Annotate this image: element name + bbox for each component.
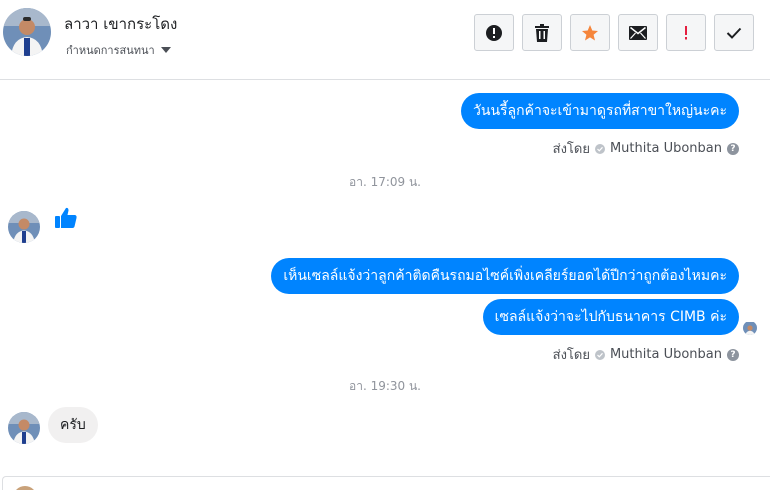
seen-avatar [743, 321, 757, 335]
sender-name[interactable]: Muthita Ubonban [610, 141, 722, 156]
sender-name[interactable]: Muthita Ubonban [610, 347, 722, 362]
mark-unread-button[interactable] [618, 14, 658, 51]
contact-name[interactable]: ลาวา เขากระโดง [64, 12, 177, 36]
thumbs-up-icon [55, 207, 77, 228]
mark-done-button[interactable] [714, 14, 754, 51]
sent-by-line: ส่งโดย Muthita Ubonban ? [553, 138, 739, 159]
conversation-header: ลาวา เขากระโดง กำหนดการสนทนา [0, 0, 770, 80]
trash-icon [535, 23, 549, 42]
outgoing-message[interactable]: เห็นเซลล์แจ้งว่าลูกค้าติดคืนรถมอไซค์เพิ่… [271, 258, 739, 294]
envelope-icon [629, 25, 647, 40]
incoming-message[interactable]: ครับ [48, 407, 98, 443]
help-icon[interactable]: ? [727, 142, 739, 155]
report-spam-button[interactable] [474, 14, 514, 51]
help-icon[interactable]: ? [727, 348, 739, 361]
like-sticker[interactable] [54, 206, 78, 234]
contact-avatar[interactable] [3, 8, 51, 56]
message-composer[interactable] [2, 476, 770, 490]
star-button[interactable] [570, 14, 610, 51]
check-circle-icon [594, 143, 605, 154]
chevron-down-icon [160, 47, 171, 53]
sent-by-label: ส่งโดย [552, 142, 590, 157]
check-circle-icon [594, 349, 605, 360]
outgoing-message[interactable]: วันนรี้ลูกค้าจะเข้ามาดูรถที่สาขาใหญ่นะคะ [461, 93, 739, 129]
message-timestamp: อา. 19:30 น. [349, 379, 421, 393]
sent-by-line: ส่งโดย Muthita Ubonban ? [553, 344, 739, 365]
outgoing-message[interactable]: เซลล์แจ้งว่าจะไปกับธนาคาร CIMB ค่ะ [482, 299, 739, 335]
follow-up-button[interactable] [666, 14, 706, 51]
conversation-settings-label: กำหนดการสนทนา [66, 44, 155, 57]
delete-button[interactable] [522, 14, 562, 51]
message-timestamp: อา. 17:09 น. [349, 175, 421, 189]
alert-circle-icon [486, 24, 502, 41]
contact-avatar-small[interactable] [8, 211, 40, 243]
message-thread[interactable]: วันนรี้ลูกค้าจะเข้ามาดูรถที่สาขาใหญ่นะคะ… [0, 81, 770, 476]
sent-by-label: ส่งโดย [552, 348, 590, 363]
exclamation-icon [685, 25, 687, 39]
contact-avatar-small[interactable] [8, 412, 40, 444]
checkmark-icon [726, 27, 742, 39]
star-icon [582, 24, 598, 40]
conversation-toolbar [474, 14, 754, 51]
page-avatar [13, 486, 37, 490]
conversation-settings-dropdown[interactable]: กำหนดการสนทนา [66, 41, 171, 59]
